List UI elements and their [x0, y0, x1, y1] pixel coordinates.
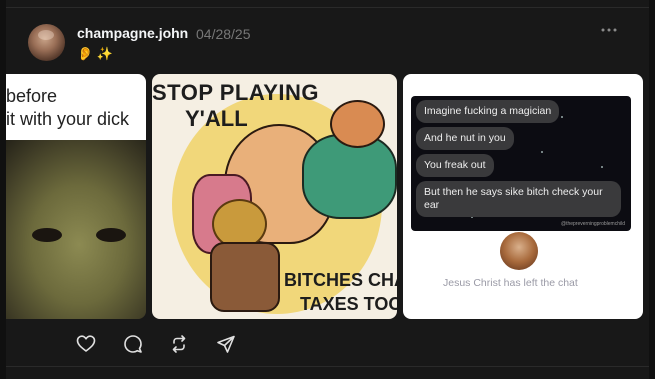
media-image-1[interactable]: before it with your dick [6, 74, 146, 319]
divider-top [6, 7, 649, 8]
avatar[interactable] [28, 24, 65, 61]
heart-icon[interactable] [76, 334, 96, 354]
meme-caption-line-2: it with your dick [6, 109, 130, 129]
repost-icon[interactable] [169, 334, 189, 354]
username-link[interactable]: champagne.john [77, 25, 188, 41]
share-icon[interactable] [216, 334, 236, 354]
chat-bubble: Imagine fucking a magician [416, 100, 560, 123]
media-image-3[interactable]: Imagine fucking a magician And he nut in… [403, 74, 643, 319]
post-date[interactable]: 04/28/25 [196, 26, 251, 42]
divider-bottom [6, 366, 649, 367]
chat-bubble: You freak out [416, 154, 494, 177]
meme-text-top-2: Y'ALL [185, 106, 248, 131]
meme-text-top-1: STOP PLAYING [152, 80, 319, 105]
more-options-icon[interactable] [600, 25, 618, 35]
post-card: champagne.john 04/28/25 👂 ✨ before it wi… [0, 0, 655, 379]
media-image-2[interactable]: STOP PLAYING Y'ALL BITCHES CHASE TAXES T… [152, 74, 397, 319]
chat-screenshot: Imagine fucking a magician And he nut in… [411, 96, 631, 231]
jesus-avatar [500, 232, 538, 270]
left-chat-text: Jesus Christ has left the chat [443, 277, 578, 289]
comment-icon[interactable] [123, 334, 143, 354]
meme-text-bottom-1: BITCHES CHASE [284, 270, 397, 290]
chat-bubble: But then he says sike bitch check your e… [416, 181, 621, 217]
creature-face-image [6, 140, 146, 319]
meme-caption-box: before it with your dick [6, 74, 146, 140]
meme-text-bottom-2: TAXES TOO... [300, 294, 397, 314]
meme-caption-line-1: before [6, 86, 58, 106]
chat-bubble: And he nut in you [416, 127, 514, 150]
watermark: @thepreverningproblemchild [561, 221, 625, 227]
status-emojis: 👂 ✨ [77, 46, 113, 61]
